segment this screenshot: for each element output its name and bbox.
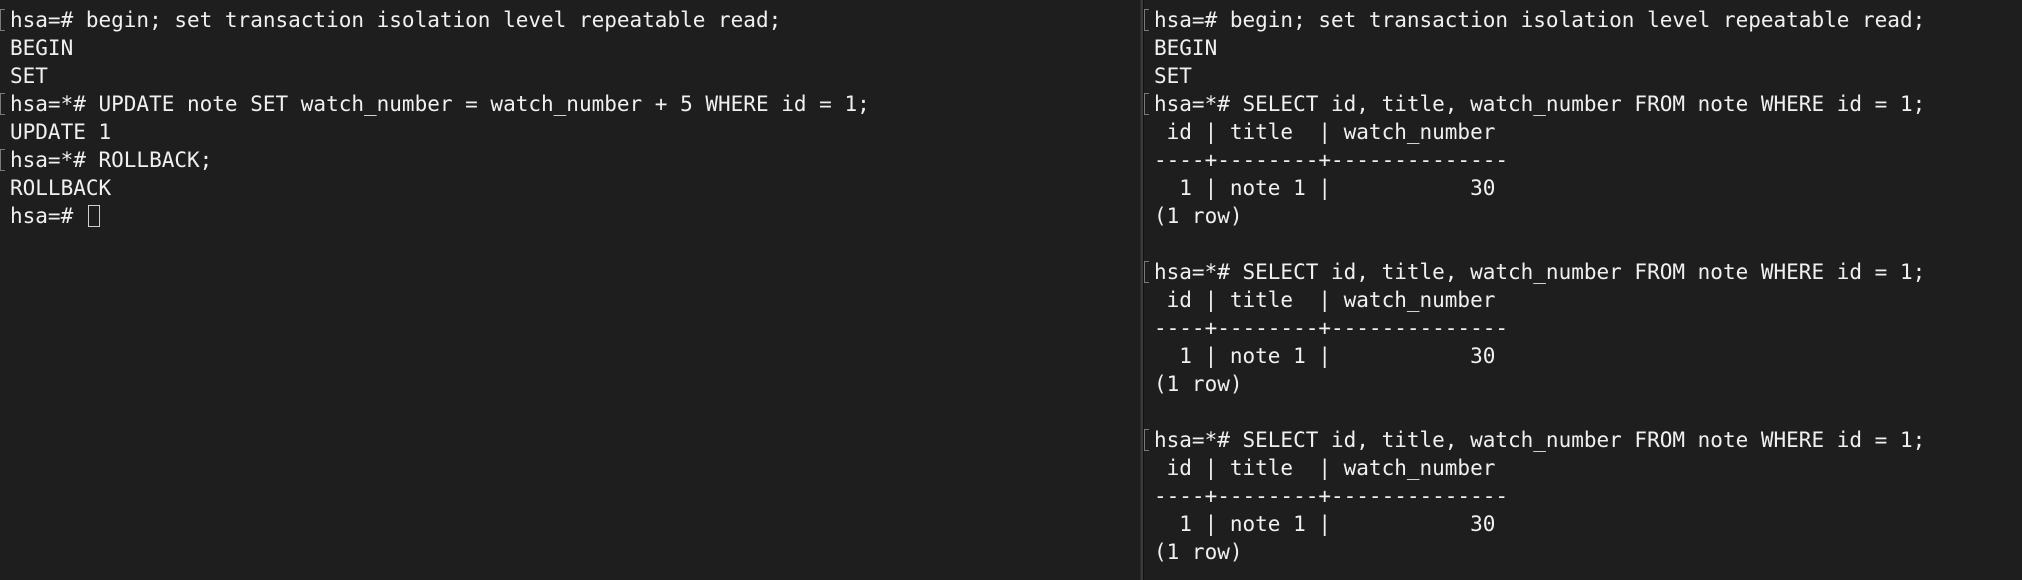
text-cursor-icon bbox=[87, 205, 100, 227]
right-terminal-pane[interactable]: hsa=# begin; set transaction isolation l… bbox=[1144, 0, 2022, 580]
row-count: (1 row) bbox=[1154, 372, 1243, 396]
terminal-line: hsa=# begin; set transaction isolation l… bbox=[0, 6, 1140, 34]
terminal-line: hsa=*# UPDATE note SET watch_number = wa… bbox=[0, 90, 1140, 118]
terminal-line: hsa=*# SELECT id, title, watch_number FR… bbox=[1144, 426, 2022, 454]
result-separator: ----+--------+-------------- bbox=[1154, 148, 1509, 172]
terminal-line: hsa=# begin; set transaction isolation l… bbox=[1144, 6, 2022, 34]
terminal-line: SET bbox=[1154, 64, 1192, 88]
terminal-input-line[interactable]: hsa=# bbox=[0, 202, 1140, 230]
prompt-mark-icon bbox=[1144, 261, 1149, 283]
result-row: 1 | note 1 | 30 bbox=[1154, 176, 1496, 200]
prompt-mark-icon bbox=[1144, 9, 1149, 31]
terminal-line: hsa=*# ROLLBACK; bbox=[0, 146, 1140, 174]
prompt-mark-icon bbox=[0, 93, 5, 115]
terminal-line: hsa=*# SELECT id, title, watch_number FR… bbox=[1144, 90, 2022, 118]
result-row: 1 | note 1 | 30 bbox=[1154, 512, 1496, 536]
result-header: id | title | watch_number bbox=[1154, 120, 1496, 144]
left-terminal-pane[interactable]: hsa=# begin; set transaction isolation l… bbox=[0, 0, 1140, 580]
result-separator: ----+--------+-------------- bbox=[1154, 484, 1509, 508]
terminal-line: hsa=*# SELECT id, title, watch_number FR… bbox=[1144, 258, 2022, 286]
terminal-line: ROLLBACK bbox=[10, 176, 112, 200]
row-count: (1 row) bbox=[1154, 540, 1243, 564]
prompt-mark-icon bbox=[0, 9, 5, 31]
terminal-line: BEGIN bbox=[1154, 36, 1218, 60]
result-header: id | title | watch_number bbox=[1154, 456, 1496, 480]
terminal-line: SET bbox=[10, 64, 48, 88]
result-separator: ----+--------+-------------- bbox=[1154, 316, 1509, 340]
terminal-line: UPDATE 1 bbox=[10, 120, 112, 144]
result-row: 1 | note 1 | 30 bbox=[1154, 344, 1496, 368]
result-header: id | title | watch_number bbox=[1154, 288, 1496, 312]
prompt-mark-icon bbox=[0, 149, 5, 171]
prompt-mark-icon bbox=[1144, 93, 1149, 115]
terminal-line: BEGIN bbox=[10, 36, 74, 60]
row-count: (1 row) bbox=[1154, 204, 1243, 228]
prompt-mark-icon bbox=[1144, 429, 1149, 451]
